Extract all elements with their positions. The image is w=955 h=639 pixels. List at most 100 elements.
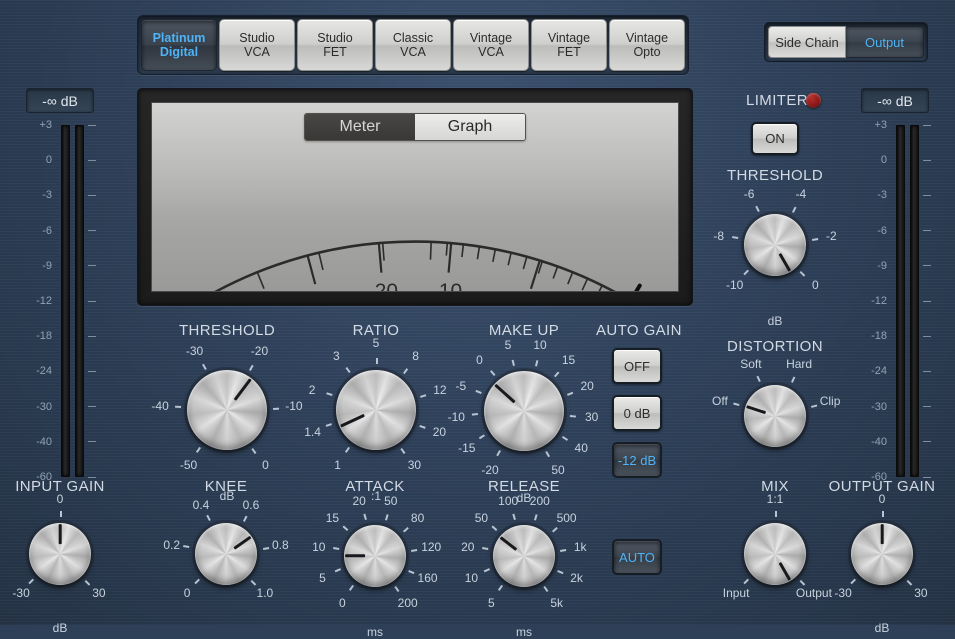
vu-minor-tick (507, 252, 512, 266)
knob-limiter-threshold-tick (791, 206, 796, 213)
knob-distortion-dial[interactable] (744, 385, 806, 447)
model-tab-line1: Studio (239, 31, 275, 45)
knob-attack-scale-label: 10 (312, 539, 326, 554)
model-tab-line2: VCA (478, 45, 504, 59)
knob-input-gain-tick (28, 579, 34, 585)
knob-knee-scale-label: 0.6 (242, 497, 260, 512)
output-meter-body: +3 0 -3 -6 -9 -12 -18 -24 -30 -40 -60 (849, 119, 941, 483)
auto-release-button[interactable]: AUTO (612, 539, 662, 575)
auto-gain-off-button[interactable]: OFF (612, 348, 662, 384)
tab-graph[interactable]: Graph (415, 114, 525, 140)
knob-ratio-dial[interactable] (336, 370, 416, 450)
knob-input-gain-tick (85, 580, 91, 586)
knob-knee-dial[interactable] (195, 523, 257, 585)
model-tab-5[interactable]: Vintage FET (531, 19, 607, 71)
input-meter-tick-mark (88, 335, 96, 337)
tab-meter[interactable]: Meter (305, 114, 415, 140)
knob-attack-scale-label: 15 (325, 511, 340, 526)
knob-attack-tick (402, 527, 409, 533)
input-meter-tick-mark (88, 124, 96, 126)
knob-threshold-scale-label: -40 (151, 399, 169, 414)
vu-minor-tick (445, 242, 449, 256)
knob-make-up-scale-label: 50 (551, 462, 565, 477)
tab-output[interactable]: Output (846, 26, 924, 58)
input-meter-tick: -3 (14, 189, 106, 201)
knob-limiter-threshold-tick (743, 270, 749, 276)
limiter-on-button[interactable]: ON (751, 122, 799, 155)
vu-minor-tick (461, 244, 465, 258)
knob-release-scale-label: 100 (498, 494, 519, 509)
knob-output-gain[interactable]: OUTPUT GAIN -30 0 30 dB (807, 478, 955, 635)
knob-knee-scale-label: 0.2 (163, 538, 181, 553)
knob-make-up-tick (511, 360, 515, 367)
knob-input-gain[interactable]: INPUT GAIN -30 0 30 dB (0, 478, 135, 635)
model-tab-line1: Vintage (625, 31, 669, 45)
auto-gain-minus12db-button[interactable]: -12 dB (612, 442, 662, 478)
knob-ratio[interactable]: RATIO 1 1.4 2 3 5 8 12 20 30:1 (301, 322, 451, 503)
knob-release-tick (534, 514, 538, 521)
output-meter-tick: -3 (849, 189, 941, 201)
model-selector: Platinum Digital Studio VCA Studio FET Classic… (137, 15, 689, 75)
input-meter-tick: -24 (14, 365, 106, 377)
knob-limiter-threshold-scale-label: -2 (825, 229, 837, 244)
knob-release-tick (557, 570, 564, 575)
input-meter-tick-mark (88, 194, 96, 196)
knob-ratio-scale-label: 3 (333, 348, 340, 363)
input-level-meter: -∞ dB +3 0 -3 -6 -9 -12 -18 -24 -30 -40 -60 (5, 88, 115, 483)
knob-ratio-tick (376, 358, 378, 364)
vu-minor-tick (429, 241, 432, 260)
knob-threshold-dial[interactable] (187, 370, 267, 450)
tab-side-chain[interactable]: Side Chain (768, 26, 846, 58)
model-tab-6[interactable]: Vintage Opto (609, 19, 685, 71)
knob-limiter-threshold[interactable]: THRESHOLD -10 -8 -6 -4 -2 0 dB (700, 167, 850, 328)
knob-make-up-scale-label: -15 (458, 440, 476, 455)
input-meter-tick: -12 (14, 295, 106, 307)
model-tab-3[interactable]: Classic VCA (375, 19, 451, 71)
knob-attack-dial[interactable] (344, 525, 406, 587)
knob-mix-tick (775, 511, 777, 517)
knob-input-gain-dial[interactable] (29, 523, 91, 585)
knob-make-up-dial[interactable] (484, 371, 564, 451)
input-meter-tick-label: -6 (42, 224, 52, 237)
knob-input-gain-tick (60, 511, 62, 517)
model-tab-2[interactable]: Studio FET (297, 19, 373, 71)
knob-knee-tick (183, 545, 190, 549)
knob-mix-dial[interactable] (744, 523, 806, 585)
vu-meter-face: -50-30-20-10-50 Meter Graph (151, 102, 679, 292)
knob-release[interactable]: RELEASE 5 10 20 50 100 200 500 1k 2k 5k ms (449, 478, 599, 639)
knob-attack-unit: ms (367, 625, 383, 639)
knob-knee[interactable]: KNEE 0 0.2 0.4 0.6 0.8 1.0 (151, 478, 301, 630)
knob-distortion[interactable]: DISTORTION Off Soft Hard Clip (700, 338, 850, 494)
vu-major-tick (377, 242, 383, 273)
knob-make-up-tick (479, 434, 486, 440)
knob-threshold-pointer (233, 377, 252, 401)
knob-release-pointer (499, 536, 517, 551)
model-tab-4[interactable]: Vintage VCA (453, 19, 529, 71)
model-tab-0[interactable]: Platinum Digital (141, 19, 217, 71)
output-meter-tick-mark (923, 265, 931, 267)
knob-mix-tick (800, 580, 806, 586)
limiter-led-icon (806, 93, 821, 108)
knob-output-gain-dial[interactable] (851, 523, 913, 585)
knob-input-gain-scale-label: -30 (12, 585, 30, 600)
knob-limiter-threshold-tick (732, 236, 739, 240)
output-meter-tick-mark (923, 441, 931, 443)
knob-input-gain-unit: dB (52, 621, 68, 635)
auto-gain-0db-button[interactable]: 0 dB (612, 395, 662, 431)
knob-attack[interactable]: ATTACK 0 5 10 15 20 50 80 120 160 200 ms (300, 478, 450, 639)
input-meter-tick-label: -12 (36, 295, 52, 307)
knob-limiter-threshold-dial[interactable] (744, 214, 806, 276)
knob-knee-scale-label: 1.0 (256, 585, 274, 600)
knob-release-tick (483, 568, 490, 573)
output-meter-tick: -24 (849, 365, 941, 377)
knob-make-up[interactable]: MAKE UP -20 -15 -10 -5 0 5 10 15 20 30 40 50 dB (448, 322, 599, 505)
model-tab-1[interactable]: Studio VCA (219, 19, 295, 71)
knob-threshold[interactable]: THRESHOLD -50 -40 -30 -20 -10 0 dB (151, 322, 302, 503)
knob-distortion-scale-label: Hard (786, 357, 813, 372)
output-meter-tick-label: -3 (877, 189, 887, 202)
knob-ratio-scale-label: 1 (334, 457, 341, 472)
knob-threshold-scale-label: 0 (262, 457, 269, 472)
knob-release-dial[interactable] (493, 525, 555, 587)
model-tab-line1: Studio (317, 31, 353, 45)
knob-release-tick (543, 586, 549, 593)
